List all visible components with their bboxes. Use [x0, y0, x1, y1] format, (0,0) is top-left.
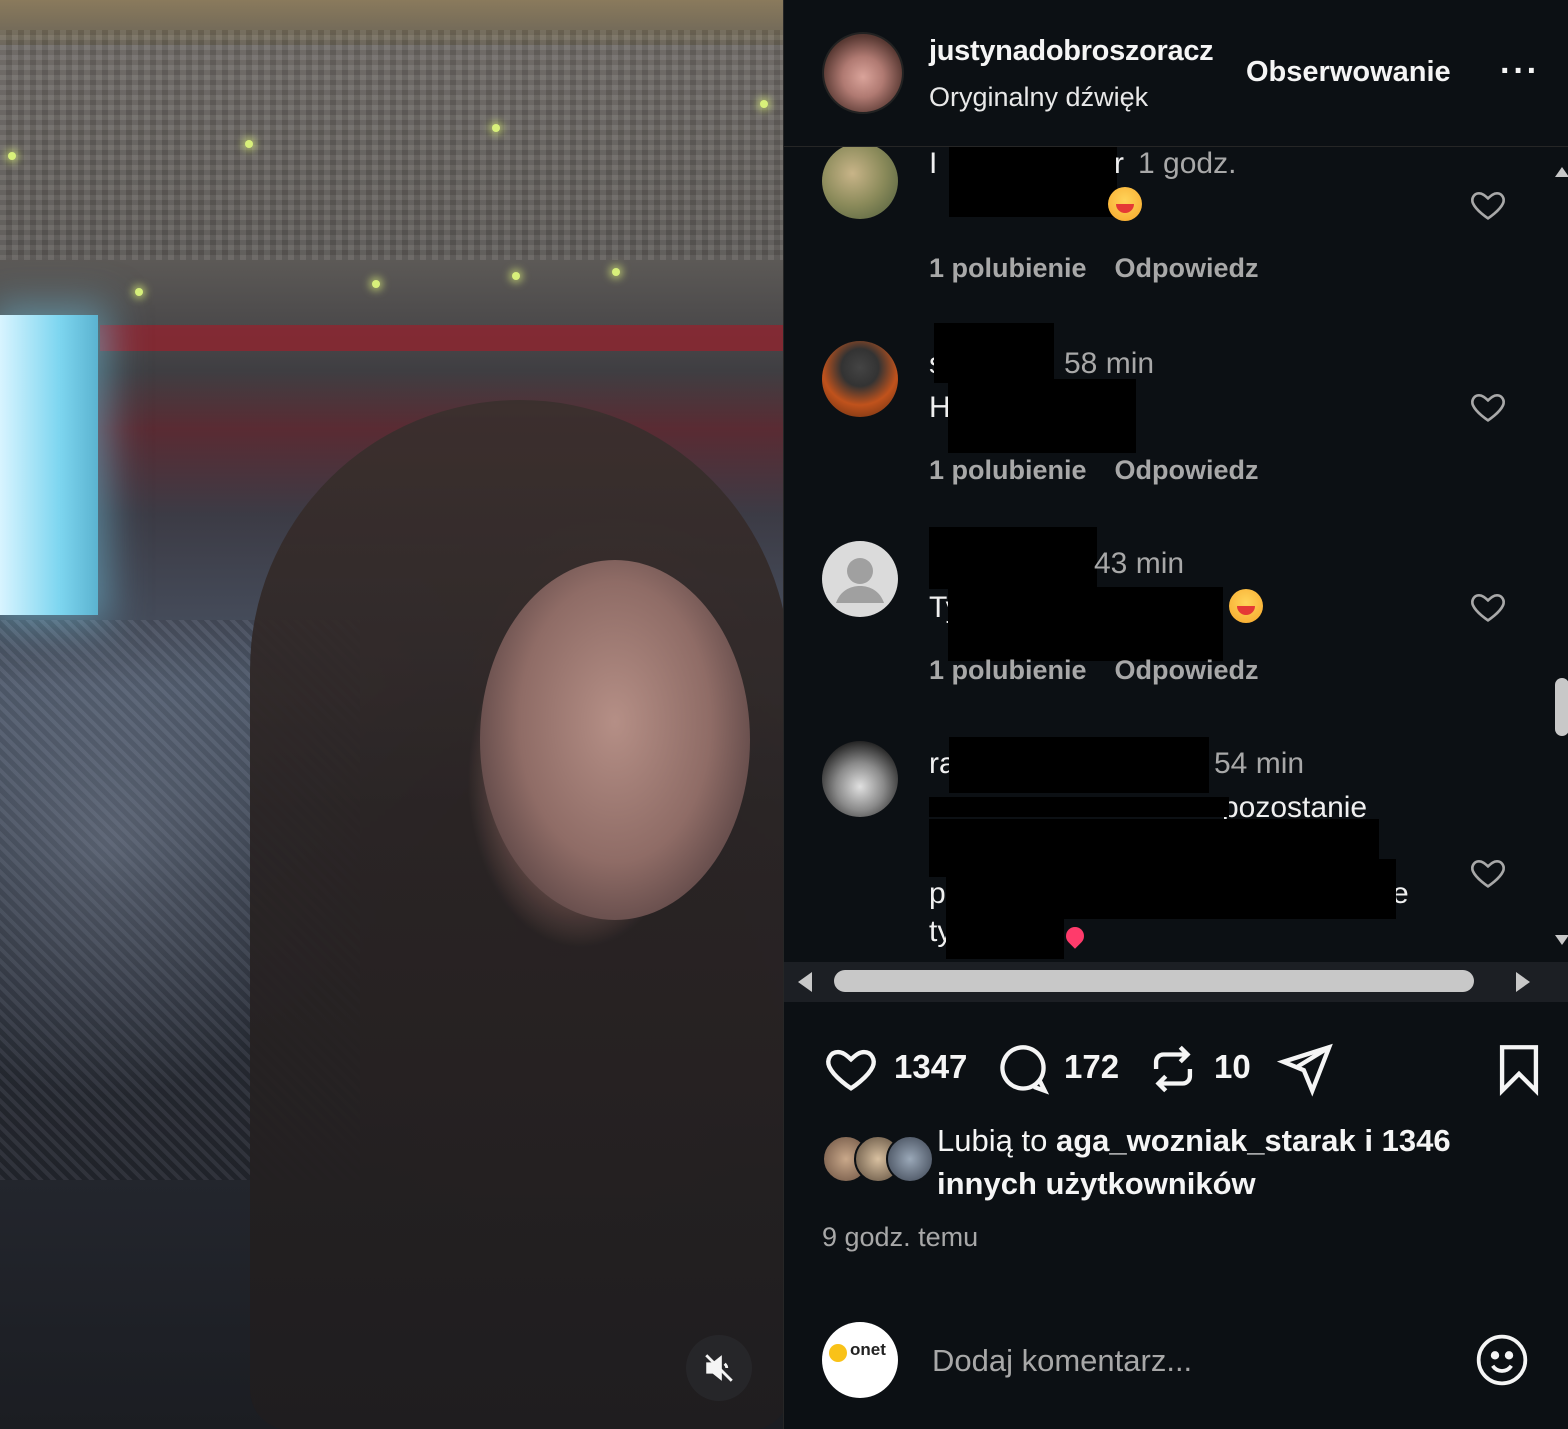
- repost-icon[interactable]: [1144, 1040, 1202, 1098]
- author-username[interactable]: justynadobroszoracz: [929, 35, 1214, 68]
- reply-button[interactable]: Odpowiedz: [1115, 253, 1259, 283]
- reply-button[interactable]: Odpowiedz: [1115, 455, 1259, 485]
- commenter-avatar[interactable]: [822, 741, 898, 817]
- comment-time: 54 min: [1214, 747, 1305, 780]
- comment-time: 1 godz.: [1138, 147, 1237, 180]
- redaction-box: [948, 587, 1223, 661]
- liked-by-prefix: Lubią to: [937, 1123, 1048, 1158]
- author-avatar[interactable]: [822, 32, 904, 114]
- commenter-username-end: r: [1114, 147, 1124, 180]
- comment-item: 43 min Ty 1 polubienie Odpowiedz: [784, 527, 1551, 707]
- comment-item: ra 54 min pozostanie p e ty: [784, 737, 1551, 962]
- following-button[interactable]: Obserwowanie: [1246, 56, 1451, 89]
- reply-button[interactable]: Odpowiedz: [1115, 655, 1259, 685]
- redaction-box: [946, 859, 1396, 919]
- comment-likes[interactable]: 1 polubienie: [929, 655, 1087, 685]
- stadium-banner: [100, 325, 783, 351]
- redaction-box: [946, 919, 1064, 959]
- scroll-down-arrow-icon[interactable]: [1555, 935, 1568, 945]
- commenter-avatar[interactable]: [822, 341, 898, 417]
- onet-logo-dot-icon: [829, 1344, 847, 1362]
- comment-time: 58 min: [1064, 347, 1155, 380]
- post-panel: justynadobroszoracz Oryginalny dźwięk Ob…: [783, 0, 1568, 1429]
- heart-emoji-icon: [1062, 923, 1088, 949]
- audio-label[interactable]: Oryginalny dźwięk: [929, 82, 1148, 113]
- laugh-emoji-icon: [1108, 187, 1142, 221]
- comment-icon[interactable]: [994, 1040, 1052, 1098]
- emoji-icon[interactable]: [1474, 1332, 1530, 1388]
- stadium-light: [760, 100, 768, 108]
- heart-icon[interactable]: [1468, 853, 1508, 893]
- redaction-box: [949, 147, 1117, 217]
- action-bar: 1347 172 10: [784, 1030, 1568, 1110]
- liked-by-text: Lubią to aga_wozniak_starak i 1346 innyc…: [937, 1119, 1497, 1205]
- commenter-avatar[interactable]: [822, 147, 898, 219]
- commenter-avatar-default[interactable]: [822, 541, 898, 617]
- laugh-emoji-icon: [1229, 589, 1263, 623]
- user-placeholder-icon: [836, 558, 884, 603]
- redaction-box: [929, 797, 1229, 817]
- share-icon[interactable]: [1276, 1040, 1334, 1098]
- mute-button[interactable]: [686, 1335, 752, 1401]
- comment-meta: 1 polubienie Odpowiedz: [929, 655, 1259, 686]
- comment-meta: 1 polubienie Odpowiedz: [929, 253, 1259, 284]
- scroll-right-arrow-icon[interactable]: [1516, 972, 1530, 992]
- redaction-box: [934, 323, 1054, 383]
- stadium-stands: [0, 30, 783, 260]
- heart-icon[interactable]: [1468, 587, 1508, 627]
- comment-likes[interactable]: 1 polubienie: [929, 253, 1087, 283]
- comment-text-line: p: [929, 877, 946, 910]
- likes-count[interactable]: 1347: [894, 1048, 967, 1086]
- mute-icon: [705, 1354, 733, 1382]
- video-player[interactable]: [0, 0, 783, 1429]
- comments-count[interactable]: 172: [1064, 1048, 1119, 1086]
- post-header: justynadobroszoracz Oryginalny dźwięk Ob…: [784, 0, 1568, 147]
- commenter-username[interactable]: I: [929, 147, 937, 181]
- stadium-light: [512, 272, 520, 280]
- redaction-box: [949, 737, 1209, 793]
- liked-by-section: Lubią to aga_wozniak_starak i 1346 innyc…: [784, 1115, 1568, 1215]
- person-face: [480, 560, 750, 920]
- stadium-light: [135, 288, 143, 296]
- heart-icon[interactable]: [822, 1040, 880, 1098]
- redaction-box: [929, 527, 1097, 589]
- comment-time: 43 min: [1094, 547, 1185, 580]
- vertical-scrollbar[interactable]: [1551, 147, 1568, 962]
- add-comment-bar: onet: [784, 1300, 1568, 1429]
- posted-time[interactable]: 9 godz. temu: [822, 1222, 978, 1253]
- stadium-light: [492, 124, 500, 132]
- liker-avatar[interactable]: [886, 1135, 934, 1183]
- stadium-light: [8, 152, 16, 160]
- reposts-count[interactable]: 10: [1214, 1048, 1251, 1086]
- horizontal-scroll-thumb[interactable]: [834, 970, 1474, 992]
- bookmark-icon[interactable]: [1490, 1040, 1548, 1098]
- scroll-up-arrow-icon[interactable]: [1555, 167, 1568, 177]
- current-user-avatar-label: onet: [850, 1340, 886, 1359]
- stadium-light: [612, 268, 620, 276]
- vertical-scroll-thumb[interactable]: [1555, 678, 1568, 736]
- scroll-left-arrow-icon[interactable]: [798, 972, 812, 992]
- comment-meta: 1 polubienie Odpowiedz: [929, 455, 1259, 486]
- comment-likes[interactable]: 1 polubienie: [929, 455, 1087, 485]
- liked-by-user-link[interactable]: aga_wozniak_starak: [1056, 1123, 1356, 1158]
- stadium-light: [372, 280, 380, 288]
- person-silhouette: [250, 400, 783, 1429]
- redaction-box: [948, 379, 1136, 453]
- heart-icon[interactable]: [1468, 185, 1508, 225]
- comments-list: I r 1 godz. 1 polubienieOdpowiedz s 58 m…: [784, 147, 1551, 962]
- heart-icon[interactable]: [1468, 387, 1508, 427]
- comment-item: I r 1 godz. 1 polubienie Odpowiedz: [784, 147, 1551, 317]
- more-options-button[interactable]: ···: [1500, 52, 1540, 91]
- comment-item: s 58 min Ha 1 polubienieOdpowiedz: [784, 323, 1551, 507]
- stadium-light: [245, 140, 253, 148]
- comment-input[interactable]: [930, 1338, 1434, 1384]
- stage-screen: [0, 315, 98, 615]
